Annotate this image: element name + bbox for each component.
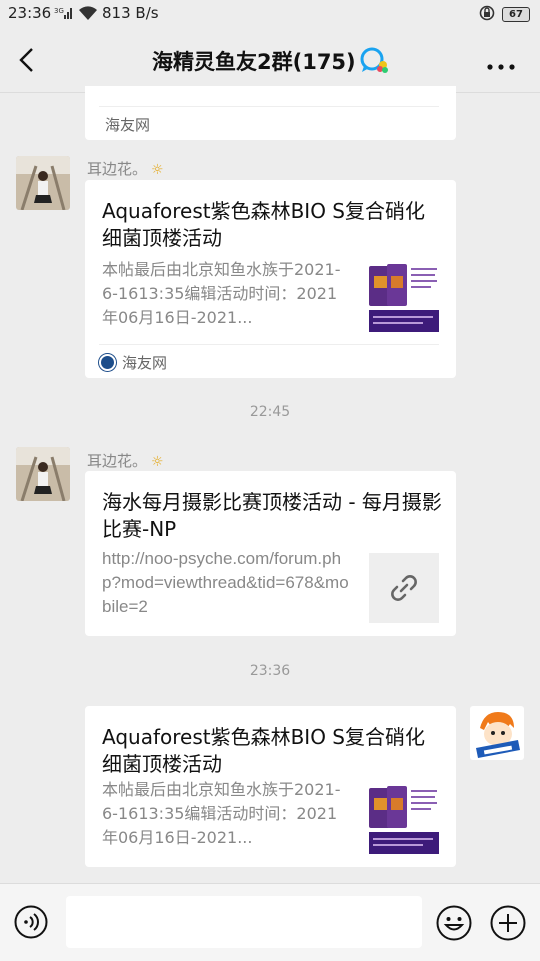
product-thumbnail xyxy=(369,262,439,332)
sun-icon: ☼ xyxy=(151,162,164,178)
more-options-icon[interactable] xyxy=(486,56,516,75)
product-thumbnail xyxy=(369,784,439,854)
voice-input-button[interactable] xyxy=(14,905,48,939)
card-description: http://noo-psyche.com/forum.php?mod=view… xyxy=(102,549,349,616)
timestamp: 22:45 xyxy=(249,404,291,420)
wifi-icon xyxy=(78,5,98,25)
link-card[interactable]: Aquaforest紫色森林BIO S复合硝化细菌顶楼活动 本帖最后由北京知鱼水… xyxy=(85,180,456,378)
sender-name-text: 耳边花。 xyxy=(87,160,148,178)
link-card-partial[interactable]: 海友网 xyxy=(85,86,456,140)
my-avatar[interactable] xyxy=(470,706,524,760)
card-description: 本帖最后由北京知鱼水族于2021-6-1613:35编辑活动时间：2021年06… xyxy=(102,260,341,327)
network-speed: 813 B/s xyxy=(102,4,159,22)
card-source: 海友网 xyxy=(99,107,150,141)
back-button[interactable] xyxy=(14,44,42,76)
status-time: 23:36 xyxy=(8,4,52,22)
avatar[interactable] xyxy=(16,156,70,210)
timestamp: 23:36 xyxy=(249,663,291,679)
network-type: 3G xyxy=(54,7,64,15)
link-icon xyxy=(369,553,439,623)
sender-name-text: 耳边花。 xyxy=(87,452,148,470)
card-description: 本帖最后由北京知鱼水族于2021-6-1613:35编辑活动时间：2021年06… xyxy=(102,780,341,847)
more-functions-button[interactable] xyxy=(490,905,526,941)
emoji-button[interactable] xyxy=(436,905,472,941)
card-title: 海水每月摄影比赛顶楼活动 - 每月摄影比赛-NP xyxy=(102,490,442,541)
message-input[interactable] xyxy=(66,896,422,948)
link-card[interactable]: Aquaforest紫色森林BIO S复合硝化细菌顶楼活动 本帖最后由北京知鱼水… xyxy=(85,706,456,867)
haiyou-logo-icon xyxy=(99,353,116,371)
alarm-icon xyxy=(479,5,495,25)
card-title: Aquaforest紫色森林BIO S复合硝化细菌顶楼活动 xyxy=(102,199,425,250)
chat-title[interactable]: 海精灵鱼友2群(175) xyxy=(152,46,356,76)
input-bar xyxy=(0,883,540,961)
sun-icon: ☼ xyxy=(151,454,164,470)
card-title: Aquaforest紫色森林BIO S复合硝化细菌顶楼活动 xyxy=(102,725,425,776)
battery-icon: 67 xyxy=(502,7,530,22)
sender-name: 耳边花。 ☼ xyxy=(87,450,164,471)
avatar[interactable] xyxy=(16,447,70,501)
sender-name: 耳边花。 ☼ xyxy=(87,158,164,179)
status-bar: 23:36 3G 813 B/s 67 xyxy=(0,0,540,28)
link-card[interactable]: 海水每月摄影比赛顶楼活动 - 每月摄影比赛-NP http://noo-psyc… xyxy=(85,471,456,636)
card-source: 海友网 xyxy=(99,344,439,379)
card-source-label: 海友网 xyxy=(105,115,151,134)
chat-header: 海精灵鱼友2群(175) xyxy=(0,28,540,93)
group-chat-icon[interactable] xyxy=(358,46,390,78)
card-source-label: 海友网 xyxy=(122,353,168,372)
signal-icon: 3G xyxy=(54,6,74,24)
